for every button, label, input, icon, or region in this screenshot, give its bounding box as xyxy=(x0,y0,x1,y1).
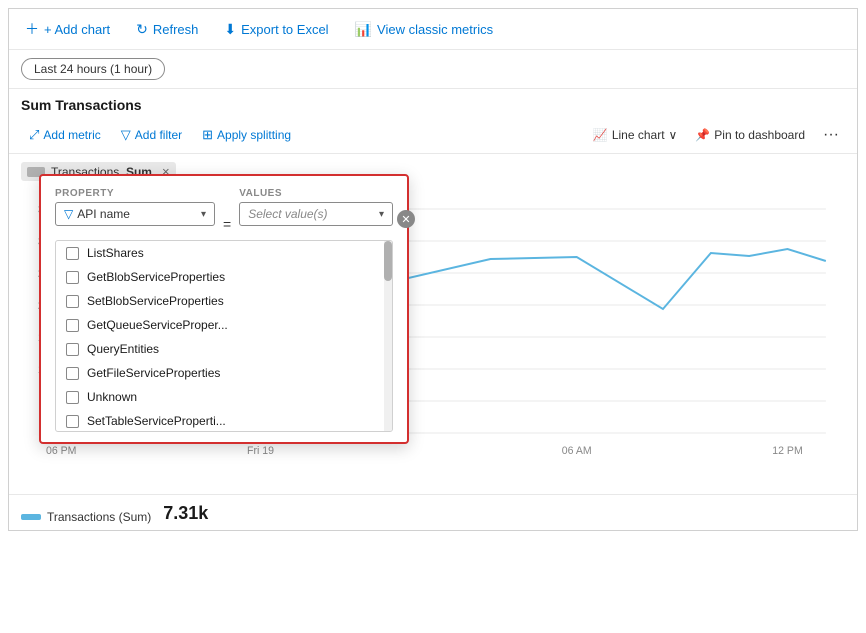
add-metric-icon: ⤢ xyxy=(29,127,39,143)
chart-type-button[interactable]: 📈 Line chart ∨ xyxy=(587,124,683,146)
chart-area: Transactions, Sum × PROPERTY ▽ API name … xyxy=(9,154,857,494)
filter-funnel-icon: ▽ xyxy=(64,207,73,221)
dropdown-list-inner: ListShares GetBlobServiceProperties SetB… xyxy=(56,241,392,431)
pin-dashboard-button[interactable]: 📌 Pin to dashboard xyxy=(689,124,811,146)
pin-dashboard-label: Pin to dashboard xyxy=(714,128,805,142)
svg-text:12 PM: 12 PM xyxy=(772,445,802,457)
chart-bar-icon: 📊 xyxy=(355,21,372,38)
dropdown-item-checkbox[interactable] xyxy=(66,319,79,332)
refresh-icon: ↻ xyxy=(136,21,148,38)
dropdown-item-text: QueryEntities xyxy=(87,342,159,356)
dropdown-header-row: PROPERTY ▽ API name ▾ = VALUES Select va… xyxy=(55,188,393,232)
dropdown-item-checkbox[interactable] xyxy=(66,247,79,260)
add-filter-label: Add filter xyxy=(135,128,182,142)
view-classic-label: View classic metrics xyxy=(377,22,493,37)
dropdown-item-checkbox[interactable] xyxy=(66,295,79,308)
dropdown-item-text: ListShares xyxy=(87,246,144,260)
values-chevron-icon: ▾ xyxy=(379,209,384,220)
dropdown-list-item[interactable]: GetFileServiceProperties xyxy=(56,361,392,385)
dropdown-item-text: GetBlobServiceProperties xyxy=(87,270,225,284)
dropdown-item-text: SetBlobServiceProperties xyxy=(87,294,224,308)
export-label: Export to Excel xyxy=(241,22,328,37)
chevron-down-icon: ∨ xyxy=(669,128,678,142)
chart-title-bar: Sum Transactions xyxy=(9,89,857,117)
property-column: PROPERTY ▽ API name ▾ xyxy=(55,188,215,226)
time-range-pill[interactable]: Last 24 hours (1 hour) xyxy=(21,58,165,80)
legend-value-unit: k xyxy=(198,503,208,523)
chart-title: Sum Transactions xyxy=(21,97,142,113)
values-placeholder-text: Select value(s) xyxy=(248,207,327,221)
dropdown-list-item[interactable]: SetTableServiceProperti... xyxy=(56,409,392,431)
export-icon: ⬇ xyxy=(224,21,236,38)
svg-text:06 AM: 06 AM xyxy=(562,445,592,457)
chart-legend: Transactions (Sum) 7.31k xyxy=(9,494,857,530)
dropdown-list: ListShares GetBlobServiceProperties SetB… xyxy=(55,240,393,432)
split-icon: ⊞ xyxy=(202,127,213,143)
dropdown-list-item[interactable]: QueryEntities xyxy=(56,337,392,361)
property-col-label: PROPERTY xyxy=(55,188,215,199)
add-chart-button[interactable]: ＋ + Add chart xyxy=(21,17,114,41)
filter-icon: ▽ xyxy=(121,127,131,143)
legend-value-number: 7.31 xyxy=(163,503,198,523)
dropdown-list-item[interactable]: SetBlobServiceProperties xyxy=(56,289,392,313)
more-options-button[interactable]: ··· xyxy=(817,124,845,146)
property-chevron-icon: ▾ xyxy=(201,209,206,220)
right-controls: 📈 Line chart ∨ 📌 Pin to dashboard ··· xyxy=(587,124,845,146)
add-chart-icon: ＋ xyxy=(25,19,39,39)
dropdown-list-item[interactable]: Unknown xyxy=(56,385,392,409)
line-chart-icon: 📈 xyxy=(593,128,608,142)
values-clear-button[interactable]: ✕ xyxy=(397,210,415,228)
dropdown-list-item[interactable]: GetQueueServiceProper... xyxy=(56,313,392,337)
dropdown-item-text: SetTableServiceProperti... xyxy=(87,414,226,428)
metrics-toolbar: ⤢ Add metric ▽ Add filter ⊞ Apply splitt… xyxy=(9,117,857,154)
refresh-button[interactable]: ↻ Refresh xyxy=(132,19,202,40)
svg-text:Fri 19: Fri 19 xyxy=(247,445,274,457)
main-container: ＋ + Add chart ↻ Refresh ⬇ Export to Exce… xyxy=(8,8,858,531)
dropdown-scrollbar-thumb xyxy=(384,241,392,281)
export-button[interactable]: ⬇ Export to Excel xyxy=(220,19,332,40)
dropdown-list-item[interactable]: GetBlobServiceProperties xyxy=(56,265,392,289)
add-metric-button[interactable]: ⤢ Add metric xyxy=(21,123,109,147)
add-chart-label: + Add chart xyxy=(44,22,110,37)
dropdown-scrollbar[interactable] xyxy=(384,241,392,431)
values-col-label: VALUES xyxy=(239,188,393,199)
dropdown-item-checkbox[interactable] xyxy=(66,271,79,284)
property-select[interactable]: ▽ API name ▾ xyxy=(55,202,215,226)
dropdown-item-checkbox[interactable] xyxy=(66,343,79,356)
equals-sign: = xyxy=(223,216,231,232)
dropdown-item-checkbox[interactable] xyxy=(66,367,79,380)
dropdown-item-checkbox[interactable] xyxy=(66,415,79,428)
legend-label: Transactions (Sum) xyxy=(47,510,151,524)
legend-color-bar xyxy=(21,514,41,520)
add-filter-button[interactable]: ▽ Add filter xyxy=(113,123,190,147)
values-column: VALUES Select value(s) ▾ ✕ xyxy=(239,188,393,226)
legend-value: 7.31k xyxy=(163,503,208,524)
apply-splitting-label: Apply splitting xyxy=(217,128,291,142)
dropdown-item-checkbox[interactable] xyxy=(66,391,79,404)
values-select[interactable]: Select value(s) ▾ xyxy=(239,202,393,226)
view-classic-button[interactable]: 📊 View classic metrics xyxy=(351,19,498,40)
property-select-text: API name xyxy=(77,207,197,221)
legend-value-group: 7.31k xyxy=(163,503,208,524)
top-toolbar: ＋ + Add chart ↻ Refresh ⬇ Export to Exce… xyxy=(9,9,857,50)
dropdown-list-item[interactable]: ListShares xyxy=(56,241,392,265)
svg-text:06 PM: 06 PM xyxy=(46,445,76,457)
line-chart-label: Line chart xyxy=(612,128,665,142)
time-range-bar: Last 24 hours (1 hour) xyxy=(9,50,857,89)
legend-item: Transactions (Sum) xyxy=(21,510,151,524)
refresh-label: Refresh xyxy=(153,22,199,37)
pin-icon: 📌 xyxy=(695,128,710,142)
dropdown-item-text: Unknown xyxy=(87,390,137,404)
apply-splitting-button[interactable]: ⊞ Apply splitting xyxy=(194,123,299,147)
add-metric-label: Add metric xyxy=(43,128,100,142)
filter-dropdown-panel: PROPERTY ▽ API name ▾ = VALUES Select va… xyxy=(39,174,409,444)
dropdown-item-text: GetFileServiceProperties xyxy=(87,366,220,380)
dropdown-item-text: GetQueueServiceProper... xyxy=(87,318,228,332)
